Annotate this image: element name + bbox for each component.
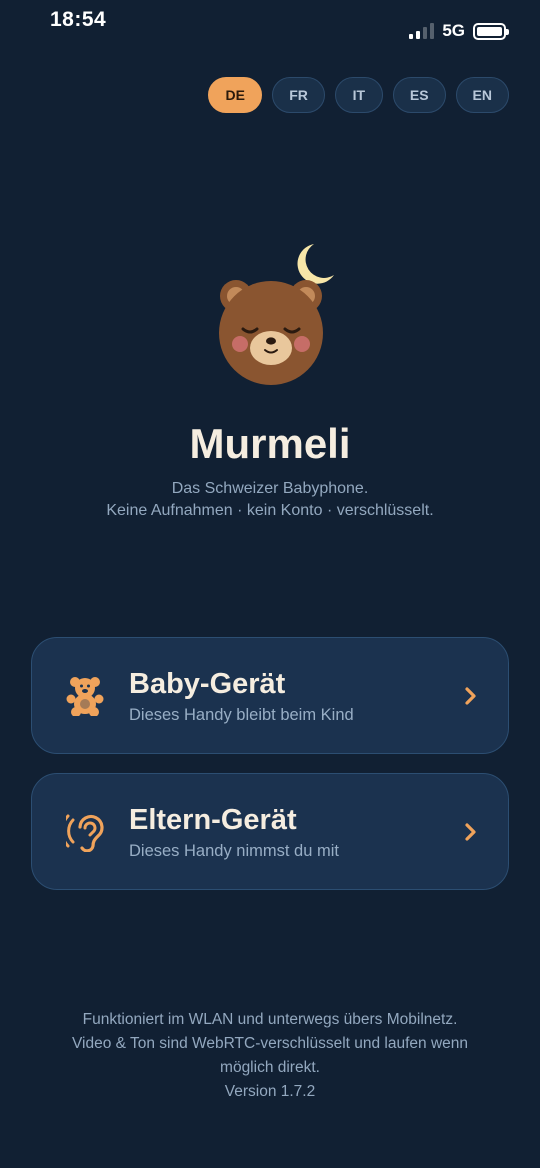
baby-device-subtitle: Dieses Handy bleibt beim Kind xyxy=(129,706,354,724)
lang-button-en[interactable]: EN xyxy=(455,77,509,113)
lang-button-de[interactable]: DE xyxy=(208,77,263,113)
sleeping-bear-moon-icon xyxy=(219,244,334,385)
battery-icon xyxy=(473,22,509,40)
language-switcher: DE FR IT ES EN xyxy=(208,77,509,113)
teddy-bear-icon xyxy=(66,677,104,716)
lang-button-fr[interactable]: FR xyxy=(272,77,325,113)
welcome-screen: 18:54 5G DE FR IT ES EN Murmeli Das Schw… xyxy=(0,0,540,1168)
signal-icon xyxy=(409,23,435,39)
network-label: 5G xyxy=(442,21,465,40)
chevron-right-icon xyxy=(465,823,476,841)
baby-device-title: Baby-Gerät xyxy=(129,668,286,700)
lang-button-it[interactable]: IT xyxy=(334,77,383,113)
lang-button-es[interactable]: ES xyxy=(392,77,446,113)
parent-device-title: Eltern-Gerät xyxy=(129,804,297,836)
tagline-line-2: Keine Aufnahmen · kein Konto · verschlüs… xyxy=(106,502,434,519)
status-indicators: 5G xyxy=(409,20,509,42)
ear-icon xyxy=(66,814,104,852)
footer-line-1: Funktioniert im WLAN und unterwegs übers… xyxy=(82,1011,458,1028)
status-time: 18:54 xyxy=(50,8,107,31)
parent-device-button[interactable]: Eltern-Gerät Dieses Handy nimmst du mit xyxy=(31,773,509,890)
tagline-line-1: Das Schweizer Babyphone. xyxy=(171,480,369,497)
parent-device-subtitle: Dieses Handy nimmst du mit xyxy=(129,842,339,860)
footer-line-3: möglich direkt. xyxy=(220,1059,320,1076)
baby-device-button[interactable]: Baby-Gerät Dieses Handy bleibt beim Kind xyxy=(31,637,509,754)
version-label: Version 1.7.2 xyxy=(224,1083,316,1100)
app-title: Murmeli xyxy=(189,420,351,467)
chevron-right-icon xyxy=(465,687,476,705)
footer: Funktioniert im WLAN und unterwegs übers… xyxy=(40,1008,500,1104)
footer-line-2: Video & Ton sind WebRTC-verschlüsselt un… xyxy=(71,1035,469,1052)
